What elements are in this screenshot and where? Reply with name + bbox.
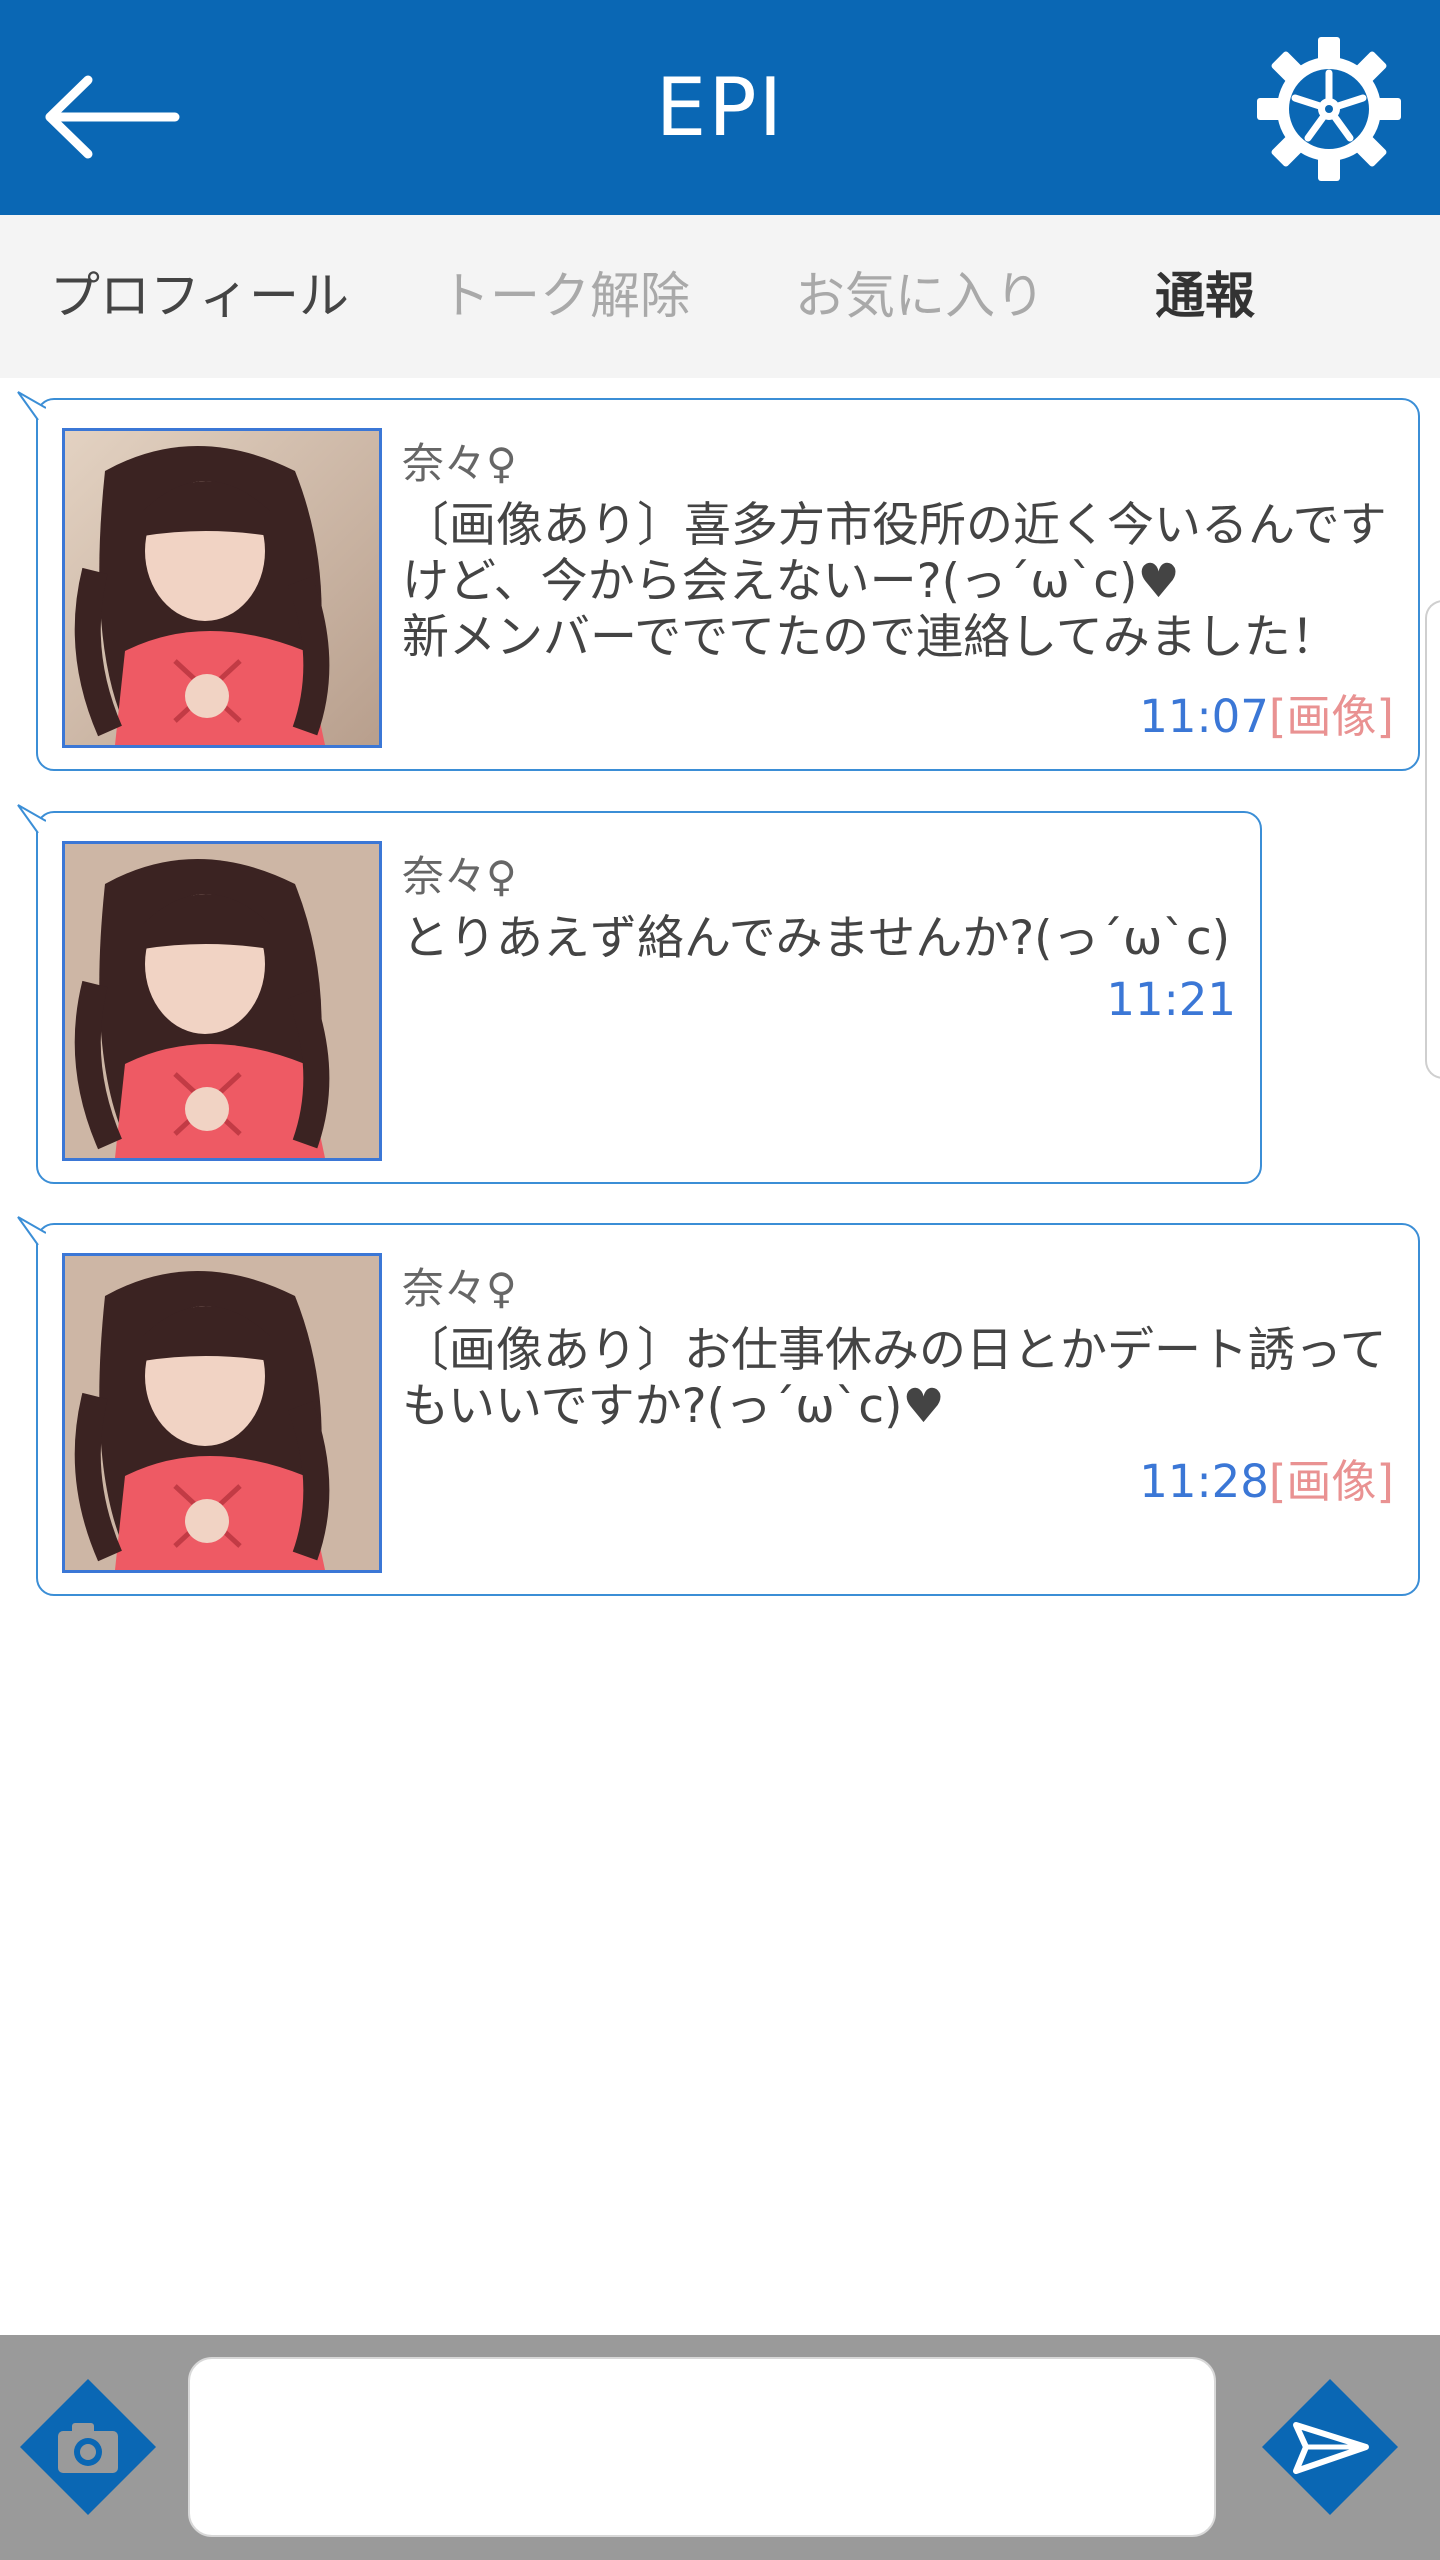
message-meta: 11:21 [1106,973,1236,1026]
message-time: 11:07 [1139,690,1269,743]
app-header: EPI [0,0,1440,215]
message-text: 〔画像あり〕喜多方市役所の近く今いるんです けど、今から会えないー?(っ´ω`c… [402,498,1387,665]
page-title: EPI [655,61,785,154]
tab-favorite[interactable]: お気に入り [795,215,1045,378]
message-time: 11:21 [1106,973,1236,1026]
avatar[interactable] [62,841,382,1161]
bubble-tail [17,1216,46,1245]
avatar[interactable] [62,428,382,748]
image-tag[interactable]: [画像] [1269,690,1394,743]
bubble-tail [17,804,46,833]
message-meta: 11:28[画像] [1139,1445,1394,1510]
tab-profile[interactable]: プロフィール [50,215,349,378]
message-bubble[interactable]: 奈々♀ 〔画像あり〕喜多方市役所の近く今いるんです けど、今から会えないー?(っ… [17,391,1420,771]
tab-end-talk[interactable]: トーク解除 [440,215,690,378]
message-time: 11:28 [1139,1455,1269,1508]
sender-name: 奈々♀ [402,1264,517,1313]
message-text: とりあえず絡んでみませんか?(っ´ω`c) [402,911,1231,966]
sender-name: 奈々♀ [402,852,517,901]
sender-name: 奈々♀ [402,439,517,488]
image-tag[interactable]: [画像] [1269,1455,1394,1508]
send-icon[interactable] [1260,2377,1400,2517]
gear-icon[interactable] [1255,35,1403,183]
message-input[interactable] [188,2357,1216,2537]
message-bubble[interactable]: 奈々♀ とりあえず絡んでみませんか?(っ´ω`c) 11:21 [17,804,1262,1184]
message-text: 〔画像あり〕お仕事休みの日とかデート誘って もいいですか?(っ´ω`c)♥ [402,1323,1387,1434]
avatar[interactable] [62,1253,382,1573]
scrollbar[interactable] [1425,600,1440,1079]
message-bubble[interactable]: 奈々♀ 〔画像あり〕お仕事休みの日とかデート誘って もいいですか?(っ´ω`c)… [17,1216,1420,1596]
camera-icon[interactable] [18,2377,158,2517]
tab-report[interactable]: 通報 [1155,215,1255,378]
action-tabs: プロフィール トーク解除 お気に入り 通報 [0,215,1440,378]
bubble-tail [17,391,46,420]
message-meta: 11:07[画像] [1139,680,1394,745]
message-composer [0,2335,1440,2560]
